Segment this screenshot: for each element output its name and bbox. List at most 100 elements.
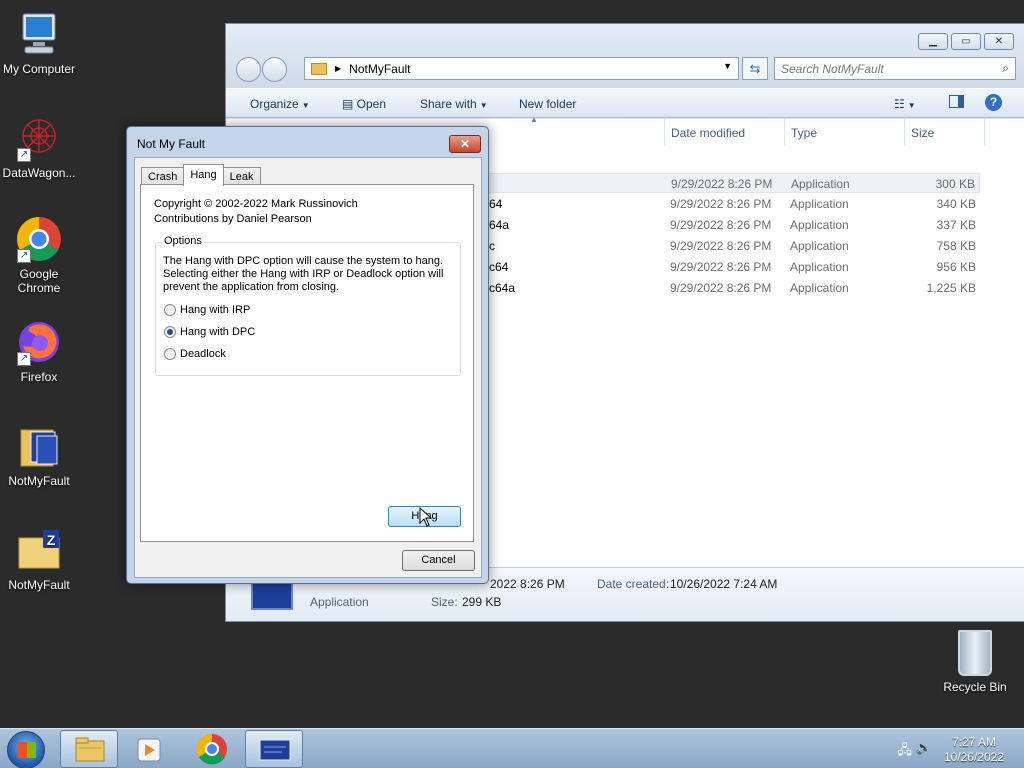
- desktop-icon-label: NotMyFault: [8, 578, 70, 592]
- tab-hang[interactable]: Hang: [183, 164, 224, 186]
- mouse-cursor-icon: [419, 507, 433, 527]
- file-type: Application: [790, 281, 849, 295]
- column-header-type[interactable]: Type: [791, 126, 817, 140]
- forward-button[interactable]: [262, 57, 287, 82]
- share-with-label: Share with: [420, 97, 477, 111]
- help-button[interactable]: ?: [985, 94, 1002, 111]
- taskbar-chrome[interactable]: [183, 730, 241, 768]
- hang-tab-panel: Copyright © 2002-2022 Mark Russinovich C…: [140, 184, 474, 542]
- radio-hang-with-irp[interactable]: Hang with IRP: [164, 304, 250, 316]
- view-options-button[interactable]: ☷ ▼: [894, 97, 916, 111]
- column-header-size[interactable]: Size: [911, 126, 934, 140]
- radio-circle: [164, 304, 176, 316]
- desktop-icon-datawagon[interactable]: ↗ DataWagon...: [0, 114, 78, 180]
- new-folder-button[interactable]: New folder: [519, 97, 576, 111]
- desktop-icon-firefox[interactable]: ↗ Firefox: [0, 318, 78, 384]
- taskbar-explorer[interactable]: [60, 730, 118, 768]
- taskbar-notmyfault[interactable]: [245, 730, 303, 768]
- open-button[interactable]: ▤ Open: [342, 97, 386, 111]
- column-header-date[interactable]: Date modified: [671, 126, 745, 140]
- window-icon: ▤: [342, 97, 357, 111]
- dialog-body: Crash Hang Leak Copyright © 2002-2022 Ma…: [134, 157, 482, 578]
- file-date: 9/29/2022 8:26 PM: [671, 177, 773, 191]
- cancel-button[interactable]: Cancel: [402, 550, 475, 571]
- chrome-icon: [196, 733, 227, 765]
- desktop-icon-label: Google Chrome: [17, 267, 61, 295]
- desktop-icon-notmyfault-zip[interactable]: Z NotMyFault: [0, 526, 78, 592]
- options-group: Options The Hang with DPC option will ca…: [155, 235, 461, 376]
- recycle-bin-icon: [958, 630, 992, 676]
- file-name: c64: [489, 260, 509, 274]
- clock[interactable]: 7:27 AM 10/26/2022: [944, 735, 1004, 765]
- new-folder-label: New folder: [519, 97, 577, 111]
- explorer-chrome: ▁ ▭ ✕ ▶ NotMyFault ▼ ⇆ Search NotMyFault…: [226, 24, 1024, 88]
- share-with-button[interactable]: Share with ▼: [420, 97, 488, 111]
- address-bar[interactable]: ▶ NotMyFault ▼: [304, 57, 739, 80]
- search-input[interactable]: Search NotMyFault ⌕: [774, 57, 1016, 80]
- radio-label: Deadlock: [180, 348, 226, 360]
- desktop-icon-label: My Computer: [2, 62, 76, 76]
- file-date: 9/29/2022 8:26 PM: [670, 197, 772, 211]
- back-button[interactable]: [236, 57, 261, 82]
- file-size: 340 KB: [936, 197, 976, 211]
- breadcrumb-arrow-icon: ▶: [335, 64, 342, 73]
- desktop-icon-google-chrome[interactable]: ↗ Google Chrome: [0, 215, 78, 295]
- start-button[interactable]: [7, 731, 45, 768]
- network-icon[interactable]: 🖧: [898, 741, 913, 763]
- folder-icon: [15, 422, 63, 470]
- folder-icon: [311, 62, 327, 75]
- file-name: 64a: [489, 218, 510, 232]
- windows-logo-icon: [18, 742, 36, 758]
- help-icon: ?: [985, 94, 1002, 111]
- file-type: Application: [791, 177, 850, 191]
- details-created-value: 10/26/2022 7:24 AM: [670, 577, 778, 591]
- notmyfault-dialog: Not My Fault ✕ Crash Hang Leak Copyright…: [126, 126, 489, 584]
- chevron-down-icon: ▼: [479, 101, 488, 110]
- taskbar: 🖧 🔈 7:27 AM 10/26/2022: [0, 728, 1024, 768]
- options-description: The Hang with DPC option will cause the …: [163, 255, 444, 293]
- preview-pane-button[interactable]: [949, 95, 964, 111]
- explorer-folder-icon: [75, 737, 105, 762]
- file-name: c64a: [489, 281, 516, 295]
- window-controls: ▁ ▭ ✕: [918, 33, 1014, 50]
- radio-hang-with-dpc[interactable]: Hang with DPC: [164, 326, 255, 338]
- details-size-label: Size:: [431, 595, 458, 609]
- refresh-button[interactable]: ⇆: [742, 57, 768, 80]
- organize-button[interactable]: Organize ▼: [250, 97, 310, 111]
- maximize-button[interactable]: ▭: [951, 33, 981, 50]
- minimize-button[interactable]: ▁: [918, 33, 948, 50]
- file-name: 64: [489, 197, 503, 211]
- desktop-icon-my-computer[interactable]: My Computer: [0, 10, 78, 76]
- search-placeholder: Search NotMyFault: [781, 62, 884, 76]
- radio-label: Hang with DPC: [180, 326, 256, 338]
- chevron-down-icon[interactable]: ▼: [723, 61, 732, 71]
- dialog-title: Not My Fault: [137, 137, 206, 151]
- clock-date: 10/26/2022: [943, 750, 1004, 764]
- column-separator: [784, 119, 785, 145]
- desktop-icon-recycle-bin[interactable]: Recycle Bin: [938, 630, 1012, 694]
- volume-icon[interactable]: 🔈: [916, 740, 932, 756]
- file-size: 337 KB: [936, 218, 976, 232]
- notmyfault-app-icon: [259, 739, 291, 761]
- radio-circle: [164, 348, 176, 360]
- address-text: NotMyFault: [349, 61, 411, 76]
- close-button[interactable]: ✕: [984, 33, 1014, 50]
- radio-label: Hang with IRP: [180, 304, 251, 316]
- file-type: Application: [790, 260, 849, 274]
- desktop-icon-notmyfault-folder[interactable]: NotMyFault: [0, 422, 78, 488]
- desktop-icon-label: Firefox: [20, 370, 58, 384]
- desktop-icon-label: DataWagon...: [2, 166, 76, 180]
- clock-time: 7:27 AM: [951, 735, 996, 749]
- desktop-icon-label: Recycle Bin: [943, 680, 1007, 694]
- file-date: 9/29/2022 8:26 PM: [670, 281, 772, 295]
- search-icon: ⌕: [1002, 61, 1009, 75]
- tab-strip: Crash Hang Leak: [141, 164, 261, 186]
- dialog-close-button[interactable]: ✕: [449, 135, 481, 153]
- taskbar-media-player[interactable]: [121, 730, 179, 768]
- chevron-down-icon: ▼: [301, 101, 310, 110]
- radio-deadlock[interactable]: Deadlock: [164, 348, 226, 360]
- copyright-line: Copyright © 2002-2022 Mark Russinovich: [154, 198, 358, 210]
- file-size: 300 KB: [935, 177, 975, 191]
- firefox-icon: ↗: [15, 318, 63, 366]
- desktop-icon-label: NotMyFault: [8, 474, 70, 488]
